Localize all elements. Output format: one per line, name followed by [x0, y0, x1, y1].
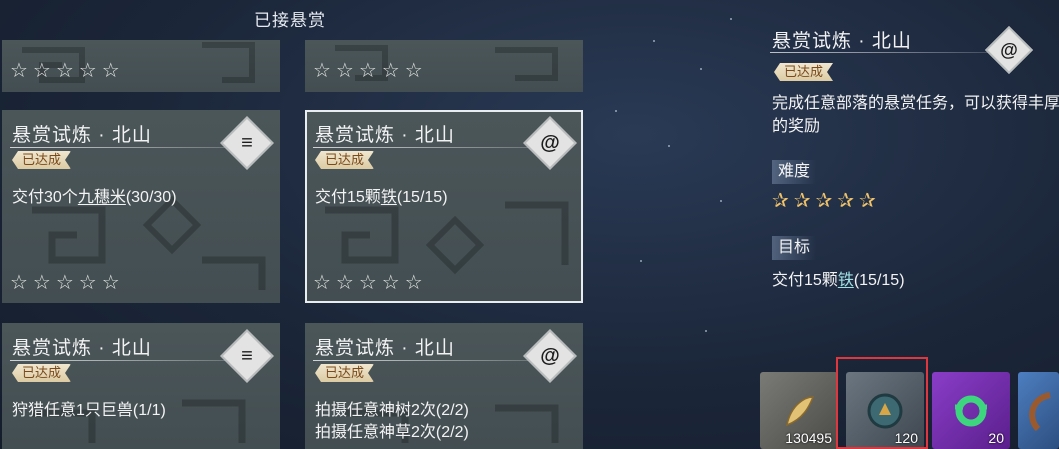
item-link[interactable]: 铁 — [838, 272, 854, 289]
difficulty-stars: ☆☆☆☆☆ — [313, 60, 428, 82]
title-divider — [10, 360, 230, 361]
page-title: 已接悬赏 — [254, 11, 326, 30]
item-link[interactable]: 九穗米 — [78, 189, 126, 206]
bounty-card[interactable]: ☆☆☆☆☆ — [305, 40, 583, 92]
card-title: 悬赏试炼 · 北山 — [315, 338, 455, 359]
reward-item[interactable] — [1018, 372, 1059, 449]
title-divider — [313, 360, 533, 361]
horn-icon — [1018, 372, 1059, 449]
status-badge: 已达成 — [774, 63, 833, 81]
reward-item[interactable]: 130495 — [760, 372, 838, 449]
target-label: 目标 — [772, 236, 817, 260]
target-text: 交付15颗铁(15/15) — [772, 272, 905, 289]
task-text: 交付30个九穗米(30/30) — [12, 189, 177, 206]
stripes-icon: ≡ — [220, 116, 274, 170]
status-badge: 已达成 — [315, 364, 374, 382]
stripes-icon: ≡ — [220, 329, 274, 383]
selection-highlight — [836, 357, 928, 449]
reward-count: 20 — [988, 430, 1004, 446]
item-link[interactable]: 铁 — [381, 189, 397, 206]
bounty-card-selected[interactable]: 悬赏试炼 · 北山 @ 已达成 交付15颗铁(15/15) ☆☆☆☆☆ — [305, 110, 583, 303]
bounty-card[interactable]: 悬赏试炼 · 北山 ≡ 已达成 狩猎任意1只巨兽(1/1) — [2, 323, 280, 449]
bounty-card[interactable]: 悬赏试炼 · 北山 ≡ 已达成 交付30个九穗米(30/30) ☆☆☆☆☆ — [2, 110, 280, 303]
bounty-card[interactable]: ☆☆☆☆☆ — [2, 40, 280, 92]
difficulty-label: 难度 — [772, 160, 817, 184]
status-badge: 已达成 — [315, 151, 374, 169]
difficulty-stars: ☆☆☆☆☆ — [10, 272, 125, 294]
swirl-icon: @ — [523, 116, 577, 170]
swirl-icon: @ — [984, 25, 1034, 75]
detail-title: 悬赏试炼 · 北山 — [772, 31, 912, 52]
reward-count: 130495 — [785, 430, 832, 446]
card-title: 悬赏试炼 · 北山 — [12, 125, 152, 146]
reward-item[interactable]: 20 — [932, 372, 1010, 449]
task-text: 交付15颗铁(15/15) — [315, 189, 448, 206]
title-divider — [10, 147, 230, 148]
detail-description: 完成任意部落的悬赏任务，可以获得丰厚的奖励 — [772, 95, 1059, 135]
difficulty-stars: ☆☆☆☆☆ — [313, 272, 428, 294]
swirl-icon: @ — [523, 329, 577, 383]
status-badge: 已达成 — [12, 364, 71, 382]
title-divider — [770, 52, 999, 53]
card-title: 悬赏试炼 · 北山 — [12, 338, 152, 359]
bounty-card[interactable]: 悬赏试炼 · 北山 @ 已达成 拍摄任意神树2次(2/2) 拍摄任意神草2次(2… — [305, 323, 583, 449]
task-text: 拍摄任意神树2次(2/2) 拍摄任意神草2次(2/2) — [315, 402, 469, 441]
difficulty-stars: ✰✰✰✰✰ — [772, 190, 881, 212]
title-divider — [313, 147, 533, 148]
card-title: 悬赏试炼 · 北山 — [315, 125, 455, 146]
task-text: 狩猎任意1只巨兽(1/1) — [12, 402, 166, 419]
status-badge: 已达成 — [12, 151, 71, 169]
difficulty-stars: ☆☆☆☆☆ — [10, 60, 125, 82]
